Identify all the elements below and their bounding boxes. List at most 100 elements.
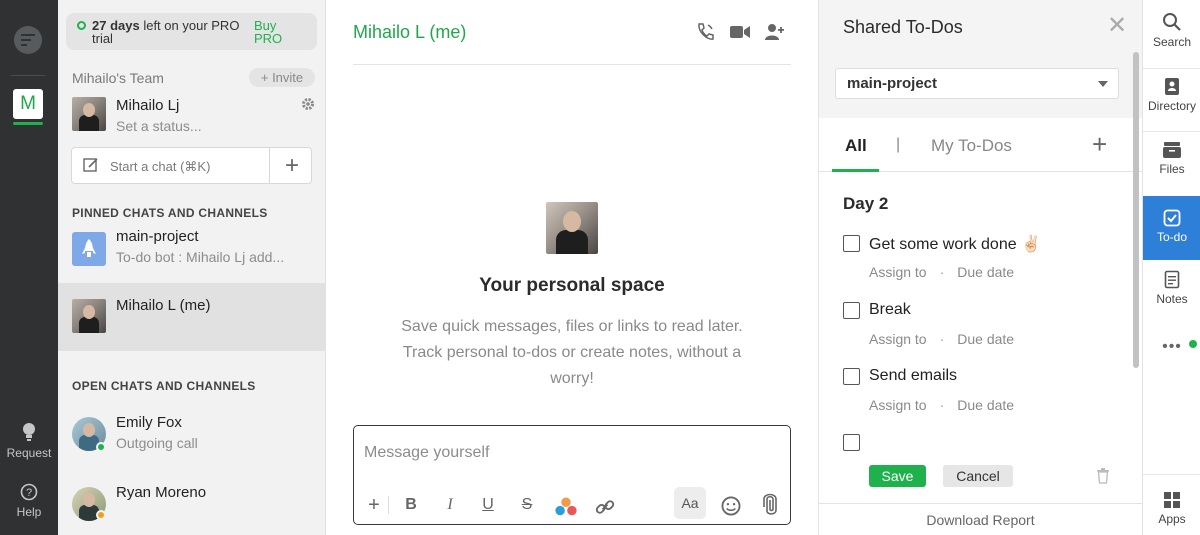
assign-to-link[interactable]: Assign to xyxy=(869,331,927,347)
italic-icon[interactable]: I xyxy=(437,494,463,516)
color-palette-icon[interactable] xyxy=(553,496,579,518)
todo-checkbox[interactable] xyxy=(843,302,860,319)
my-name[interactable]: Mihailo Lj xyxy=(116,97,179,114)
todo-list-title: Day 2 xyxy=(843,194,889,213)
project-select[interactable]: main-project xyxy=(835,68,1119,99)
app-apps[interactable]: Apps xyxy=(1143,491,1200,535)
team-name: Mihailo's Team xyxy=(72,70,164,86)
text-format-toggle[interactable]: Aa xyxy=(674,487,706,519)
assign-to-link[interactable]: Assign to xyxy=(869,264,927,280)
todo-checkbox[interactable] xyxy=(843,235,860,252)
todo-item-name[interactable]: Break xyxy=(869,301,911,319)
due-date-link[interactable]: Due date xyxy=(957,331,1014,347)
app-directory-label: Directory xyxy=(1147,99,1196,113)
chat-row-main-project[interactable]: main-project To-do bot : Mihailo Lj add.… xyxy=(58,224,326,280)
app-logo-icon[interactable] xyxy=(14,26,42,54)
new-todo-checkbox[interactable] xyxy=(843,434,860,451)
underline-icon[interactable]: U xyxy=(475,494,501,516)
link-icon[interactable] xyxy=(592,496,618,518)
video-icon[interactable] xyxy=(729,24,751,40)
trial-status-icon xyxy=(77,21,86,30)
todo-panel-title: Shared To-Dos xyxy=(843,17,963,37)
rail-divider xyxy=(11,75,45,76)
new-chat-plus-button[interactable]: + xyxy=(280,154,304,178)
todo-item-name[interactable]: Get some work done ✌🏻 xyxy=(869,234,1041,254)
set-status-link[interactable]: Set a status... xyxy=(116,118,202,134)
buy-pro-link[interactable]: Buy PRO xyxy=(254,19,294,45)
phone-icon[interactable] xyxy=(695,22,715,42)
tab-separator: | xyxy=(896,136,901,153)
todo-checkbox[interactable] xyxy=(843,368,860,385)
app-todo[interactable]: To-do xyxy=(1143,196,1200,260)
due-date-link[interactable]: Due date xyxy=(957,264,1014,280)
message-input[interactable] xyxy=(364,441,774,465)
chat-preview: To-do bot : Mihailo Lj add... xyxy=(116,249,285,265)
todo-item-name[interactable]: Send emails xyxy=(869,367,957,385)
lightbulb-icon xyxy=(23,423,35,441)
personal-space-description: Save quick messages, files or links to r… xyxy=(401,318,743,387)
attach-plus-icon[interactable]: + xyxy=(361,494,387,516)
cancel-button[interactable]: Cancel xyxy=(943,465,1013,487)
pinned-heading: PINNED CHATS AND CHANNELS xyxy=(72,206,268,220)
download-report-button[interactable]: Download Report xyxy=(819,503,1142,535)
tab-active-indicator xyxy=(832,169,879,172)
request-button[interactable]: Request xyxy=(0,422,58,460)
files-icon xyxy=(1163,142,1181,158)
rocket-icon xyxy=(72,232,106,266)
gear-icon[interactable] xyxy=(301,97,315,111)
chat-row-emily-fox[interactable]: Emily Fox Outgoing call xyxy=(58,404,326,464)
apps-divider xyxy=(1143,68,1200,69)
invite-button[interactable]: + Invite xyxy=(249,68,315,87)
workspace-active-indicator xyxy=(13,122,43,125)
todo-scrollbar[interactable] xyxy=(1133,52,1139,368)
chat-title: Mihailo L (me) xyxy=(116,297,211,314)
start-chat-box[interactable]: Start a chat (⌘K) + xyxy=(71,147,312,184)
app-search-label: Search xyxy=(1152,35,1192,49)
personal-space-avatar xyxy=(546,202,598,254)
help-label: Help xyxy=(16,505,42,519)
compose-icon xyxy=(83,158,98,172)
chat-row-ryan-moreno[interactable]: Ryan Moreno xyxy=(58,474,326,532)
help-button[interactable]: ? Help xyxy=(0,483,58,519)
trial-text: 27 days left on your PRO trial xyxy=(92,19,252,45)
add-todo-list-button[interactable]: + xyxy=(1092,131,1107,157)
toolbar-divider xyxy=(388,496,389,514)
chat-title: Ryan Moreno xyxy=(116,484,207,501)
todo-item-meta: Assign to · Due date xyxy=(869,264,1015,280)
more-notification-dot xyxy=(1189,340,1197,348)
trash-icon[interactable] xyxy=(1096,468,1110,484)
apps-grid-icon xyxy=(1164,492,1180,508)
trial-banner: 27 days left on your PRO trial Buy PRO xyxy=(66,13,317,50)
add-user-icon[interactable] xyxy=(764,23,784,41)
bold-icon[interactable]: B xyxy=(398,494,424,516)
emoji-icon[interactable] xyxy=(718,495,744,517)
search-icon xyxy=(1163,13,1181,31)
chat-sidebar: 27 days left on your PRO trial Buy PRO M… xyxy=(58,0,326,535)
due-date-link[interactable]: Due date xyxy=(957,397,1014,413)
chat-title: Emily Fox xyxy=(116,414,182,431)
attachment-icon[interactable] xyxy=(757,493,783,515)
main-chat-area: Mihailo L (me) Your personal space Save … xyxy=(327,0,817,535)
personal-space-title: Your personal space xyxy=(479,275,665,296)
chat-row-me[interactable]: Mihailo L (me) xyxy=(58,283,326,351)
header-divider xyxy=(353,64,791,65)
app-todo-label: To-do xyxy=(1156,230,1188,244)
presence-online-icon xyxy=(96,442,106,452)
apps-rail: Search Directory Files To-do Notes ••• A… xyxy=(1142,0,1200,535)
todo-check-icon xyxy=(1163,209,1181,227)
app-notes[interactable]: Notes xyxy=(1143,270,1200,334)
help-icon: ? xyxy=(20,483,38,501)
app-search[interactable]: Search xyxy=(1143,12,1200,76)
tab-my-todos[interactable]: My To-Dos xyxy=(931,136,1012,156)
svg-text:?: ? xyxy=(26,487,32,499)
save-button[interactable]: Save xyxy=(869,465,926,487)
my-avatar[interactable] xyxy=(72,97,106,131)
tab-all[interactable]: All xyxy=(845,136,867,156)
workspace-tile[interactable]: M xyxy=(13,89,43,119)
assign-to-link[interactable]: Assign to xyxy=(869,397,927,413)
notes-icon xyxy=(1164,270,1180,289)
todo-panel: Shared To-Dos ✕ main-project All | My To… xyxy=(818,0,1142,535)
apps-divider xyxy=(1143,474,1200,475)
close-icon[interactable]: ✕ xyxy=(1107,14,1127,38)
strikethrough-icon[interactable]: S xyxy=(514,494,540,516)
